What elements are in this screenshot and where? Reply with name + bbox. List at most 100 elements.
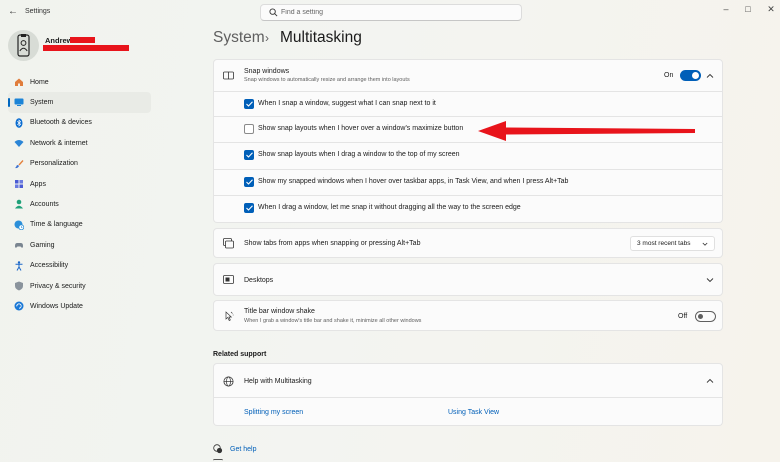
annotation-arrow [478,121,695,141]
chevron-up-icon[interactable] [706,377,714,385]
sidebar-item-label: Apps [30,180,46,188]
avatar[interactable] [8,30,39,61]
checkbox[interactable] [244,99,254,109]
help-links-row: Splitting my screen Using Task View [213,398,723,426]
app-title: Settings [25,8,51,15]
globe-icon [223,376,234,387]
sidebar-item-accounts[interactable]: Accounts [8,194,151,214]
checkmark-icon [245,205,253,211]
chevron-down-icon [702,242,708,246]
sidebar-item-personalization[interactable]: Personalization [8,154,151,174]
sidebar-item-network[interactable]: Network & internet [8,133,151,153]
bluetooth-icon [15,117,23,128]
accessibility-icon [15,260,23,271]
checkbox[interactable] [244,150,254,160]
link-using-task-view[interactable]: Using Task View [448,409,499,416]
search-box[interactable] [260,4,522,21]
user-name: Andrew [45,36,73,45]
sidebar-item-accessibility[interactable]: Accessibility [8,256,151,276]
link-splitting-screen[interactable]: Splitting my screen [244,409,303,416]
checkbox-label: Show my snapped windows when I hover ove… [258,178,569,185]
gamepad-icon [15,243,23,248]
snap-toggle[interactable] [680,70,701,81]
minimize-button[interactable]: – [719,2,733,16]
sidebar-item-system[interactable]: System [8,92,151,113]
window-shake-toggle[interactable] [695,311,716,322]
tabs-setting-title: Show tabs from apps when snapping or pre… [244,240,421,247]
window-shake-subtitle: When I grab a window's title bar and sha… [244,318,422,324]
close-button[interactable]: ✕ [764,2,778,16]
checkbox[interactable] [244,203,254,213]
checkbox-label: When I snap a window, suggest what I can… [258,100,436,107]
checkmark-icon [245,101,253,107]
snap-subtitle: Snap windows to automatically resize and… [244,77,410,83]
snap-option-row: Show my snapped windows when I hover ove… [213,170,723,196]
back-arrow-icon[interactable]: ← [6,5,20,19]
sidebar-item-label: Accessibility [30,262,69,270]
wifi-icon [14,140,24,148]
chevron-up-icon[interactable] [706,72,714,80]
checkbox[interactable] [244,177,254,187]
redaction-mark [43,45,129,51]
sidebar-item-label: Accounts [30,201,59,209]
chevron-down-icon[interactable] [706,276,714,284]
sidebar-item-apps[interactable]: Apps [8,174,151,194]
window-shake-card: Title bar window shake When I grab a win… [213,300,723,331]
get-help-link[interactable]: Get help [230,446,256,453]
breadcrumb-separator: › [265,31,269,45]
search-input[interactable] [281,7,511,18]
snap-icon [223,71,234,80]
search-icon [269,8,278,17]
sidebar-item-label: Windows Update [30,302,83,310]
sidebar-item-label: Home [30,78,49,86]
sidebar-item-label: Bluetooth & devices [30,119,92,127]
sidebar-item-label: Privacy & security [30,282,86,290]
checkbox-label: Show snap layouts when I hover over a wi… [258,125,464,132]
accounts-icon [15,200,23,209]
snap-title: Snap windows [244,68,290,75]
system-icon [14,98,24,107]
redaction-mark [70,37,95,43]
sidebar-item-label: System [30,99,54,107]
sidebar-item-gaming[interactable]: Gaming [8,235,151,255]
tabs-icon [223,238,234,249]
update-icon [14,301,24,311]
sidebar-item-privacy[interactable]: Privacy & security [8,276,151,296]
checkmark-icon [245,179,253,185]
sidebar-item-windows-update[interactable]: Windows Update [8,296,151,316]
badge-icon [17,34,30,57]
help-multitasking-title: Help with Multitasking [244,378,312,385]
maximize-button[interactable]: □ [741,2,755,16]
checkmark-icon [245,152,253,158]
sidebar-item-bluetooth[interactable]: Bluetooth & devices [8,113,151,133]
sidebar-nav: Home System Bluetooth & devices Network … [8,72,151,317]
sidebar-item-label: Gaming [30,241,55,249]
brush-icon [15,159,24,168]
breadcrumb-parent[interactable]: System [213,29,265,47]
checkbox-label: Show snap layouts when I drag a window t… [258,151,460,158]
apps-icon [15,179,23,188]
globe-clock-icon [14,220,24,230]
sidebar-item-label: Personalization [30,160,78,168]
snap-windows-card[interactable]: Snap windows Snap windows to automatical… [213,59,723,92]
snap-option-row: Show snap layouts when I drag a window t… [213,143,723,170]
page-title: Multitasking [280,29,362,46]
help-multitasking-card[interactable]: Help with Multitasking [213,363,723,398]
dropdown-value: 3 most recent tabs [637,240,691,247]
window-shake-icon [225,311,234,321]
tabs-count-dropdown[interactable]: 3 most recent tabs [630,236,715,251]
get-help-icon [213,444,223,454]
checkbox[interactable] [244,124,254,134]
sidebar-item-home[interactable]: Home [8,72,151,92]
shield-icon [15,281,23,291]
desktops-card[interactable]: Desktops [213,263,723,296]
home-icon [15,78,23,86]
sidebar-item-time-language[interactable]: Time & language [8,215,151,235]
window-shake-title: Title bar window shake [244,308,315,315]
sidebar-item-label: Network & internet [30,139,88,147]
snap-option-row: When I snap a window, suggest what I can… [213,92,723,117]
desktops-icon [223,275,234,284]
related-support-heading: Related support [213,351,267,358]
sidebar-item-label: Time & language [30,221,83,229]
snap-option-row: When I drag a window, let me snap it wit… [213,196,723,223]
